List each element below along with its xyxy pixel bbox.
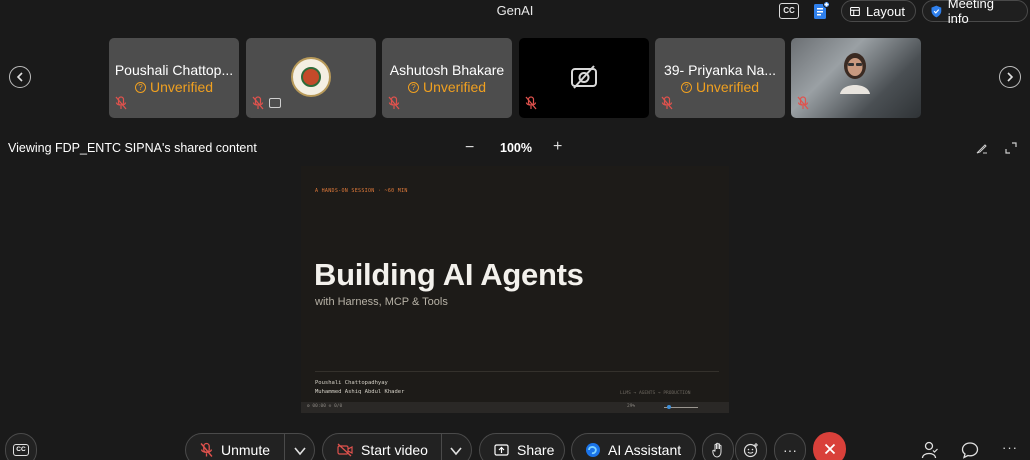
top-bar: GenAI CC Layout Meeting info (0, 0, 1030, 26)
more-panels-button[interactable]: ··· (1002, 440, 1018, 455)
start-video-label: Start video (361, 442, 428, 458)
split-divider (284, 434, 285, 460)
mic-off-icon (252, 96, 264, 110)
unmute-control: Unmute (185, 433, 315, 460)
more-options-button[interactable]: ··· (774, 433, 806, 460)
unverified-icon: ? (407, 81, 419, 93)
zoom-in-button[interactable]: + (553, 138, 562, 156)
participants-icon[interactable] (921, 441, 939, 459)
sharing-icon (269, 98, 281, 108)
status-bar-left: ⚙ 00:00 ⊙ 0/0 (307, 404, 343, 409)
participant-tile[interactable]: 39- Priyanka Na... ? Unverified (655, 38, 785, 118)
unverified-status: ? Unverified (382, 79, 512, 95)
institution-logo (291, 57, 331, 97)
unverified-status: ? Unverified (655, 79, 785, 95)
shield-icon (931, 5, 942, 17)
close-icon (824, 443, 835, 455)
layout-icon (850, 6, 860, 16)
previous-participants-button[interactable] (9, 66, 31, 88)
chevron-right-icon (1007, 72, 1014, 82)
unverified-icon: ? (134, 81, 146, 93)
ai-assistant-label: AI Assistant (608, 442, 682, 458)
next-participants-button[interactable] (999, 66, 1021, 88)
split-divider (441, 434, 442, 460)
mic-off-icon (200, 442, 213, 457)
participant-name: Ashutosh Bhakare (389, 62, 505, 78)
presenter-status-bar: ⚙ 00:00 ⊙ 0/0 29% (301, 402, 729, 413)
chat-icon[interactable] (961, 441, 979, 459)
slide-title: Building AI Agents (314, 257, 584, 292)
participant-tile[interactable]: Poushali Chattop... ? Unverified (109, 38, 239, 118)
camera-off-icon (571, 65, 597, 89)
share-screen-icon (494, 443, 509, 456)
participant-name: 39- Priyanka Na... (663, 62, 777, 78)
closed-captions-button[interactable]: CC (779, 3, 799, 19)
raise-hand-icon (712, 442, 722, 458)
slide-author: Poushali Chattopadhyay (315, 380, 388, 386)
status-label: Unverified (422, 79, 487, 95)
notes-icon[interactable] (812, 1, 830, 21)
slide-divider (315, 371, 719, 372)
zoom-level: 100% (500, 141, 532, 155)
raise-hand-button[interactable] (702, 433, 734, 460)
participant-video (840, 53, 870, 94)
meeting-info-label: Meeting info (947, 0, 994, 26)
reactions-button[interactable] (735, 433, 767, 460)
slide-author: Muhammed Ashiq Abdul Khader (315, 389, 405, 395)
participant-video-tile[interactable] (791, 38, 921, 118)
mic-off-icon (661, 96, 673, 110)
shared-content-slide: A HANDS-ON SESSION · ~60 MIN Building AI… (301, 166, 729, 413)
add-reaction-icon (743, 443, 758, 458)
status-label: Unverified (149, 79, 214, 95)
slide-subtitle: with Harness, MCP & Tools (315, 296, 448, 308)
ai-assistant-button[interactable]: AI Assistant (571, 433, 696, 460)
share-label: Share (517, 442, 555, 458)
leave-meeting-button[interactable] (813, 432, 846, 460)
fullscreen-icon[interactable] (1005, 142, 1017, 154)
participant-tile[interactable]: Ashutosh Bhakare ? Unverified (382, 38, 512, 118)
chevron-down-icon[interactable] (293, 444, 307, 458)
chevron-left-icon (16, 72, 23, 82)
participant-tile[interactable] (519, 38, 649, 118)
status-bar-slider-thumb (667, 405, 671, 409)
status-bar-zoom: 29% (627, 404, 636, 409)
logo-emblem (301, 67, 321, 87)
viewing-shared-content-label: Viewing FDP_ENTC SIPNA's shared content (8, 141, 257, 155)
share-button[interactable]: Share (479, 433, 565, 460)
mic-off-icon (115, 96, 127, 110)
meeting-info-button[interactable]: Meeting info (922, 0, 1028, 26)
mic-off-icon (388, 96, 400, 110)
slide-kicker: A HANDS-ON SESSION · ~60 MIN (315, 188, 408, 194)
unverified-status: ? Unverified (109, 79, 239, 95)
layout-label: Layout (865, 3, 905, 19)
ai-assistant-icon (586, 443, 600, 457)
unverified-icon: ? (680, 81, 692, 93)
captions-button[interactable]: CC (5, 433, 37, 460)
chevron-down-icon[interactable] (449, 444, 463, 458)
unmute-button[interactable]: Unmute (186, 434, 270, 460)
mic-off-icon (797, 96, 809, 110)
closed-captions-icon: CC (13, 444, 29, 456)
layout-button[interactable]: Layout (841, 0, 916, 22)
participant-name: Poushali Chattop... (114, 62, 234, 78)
unmute-label: Unmute (221, 442, 271, 458)
participant-tile[interactable] (246, 38, 376, 118)
video-control: Start video (322, 433, 472, 460)
mic-off-icon (525, 96, 537, 110)
annotate-icon[interactable] (976, 142, 988, 154)
slide-footer-tag: LLMS → AGENTS → PRODUCTION (620, 391, 691, 396)
video-off-icon (337, 443, 353, 457)
status-label: Unverified (695, 79, 760, 95)
start-video-button[interactable]: Start video (323, 434, 428, 460)
zoom-out-button[interactable]: − (465, 139, 474, 157)
